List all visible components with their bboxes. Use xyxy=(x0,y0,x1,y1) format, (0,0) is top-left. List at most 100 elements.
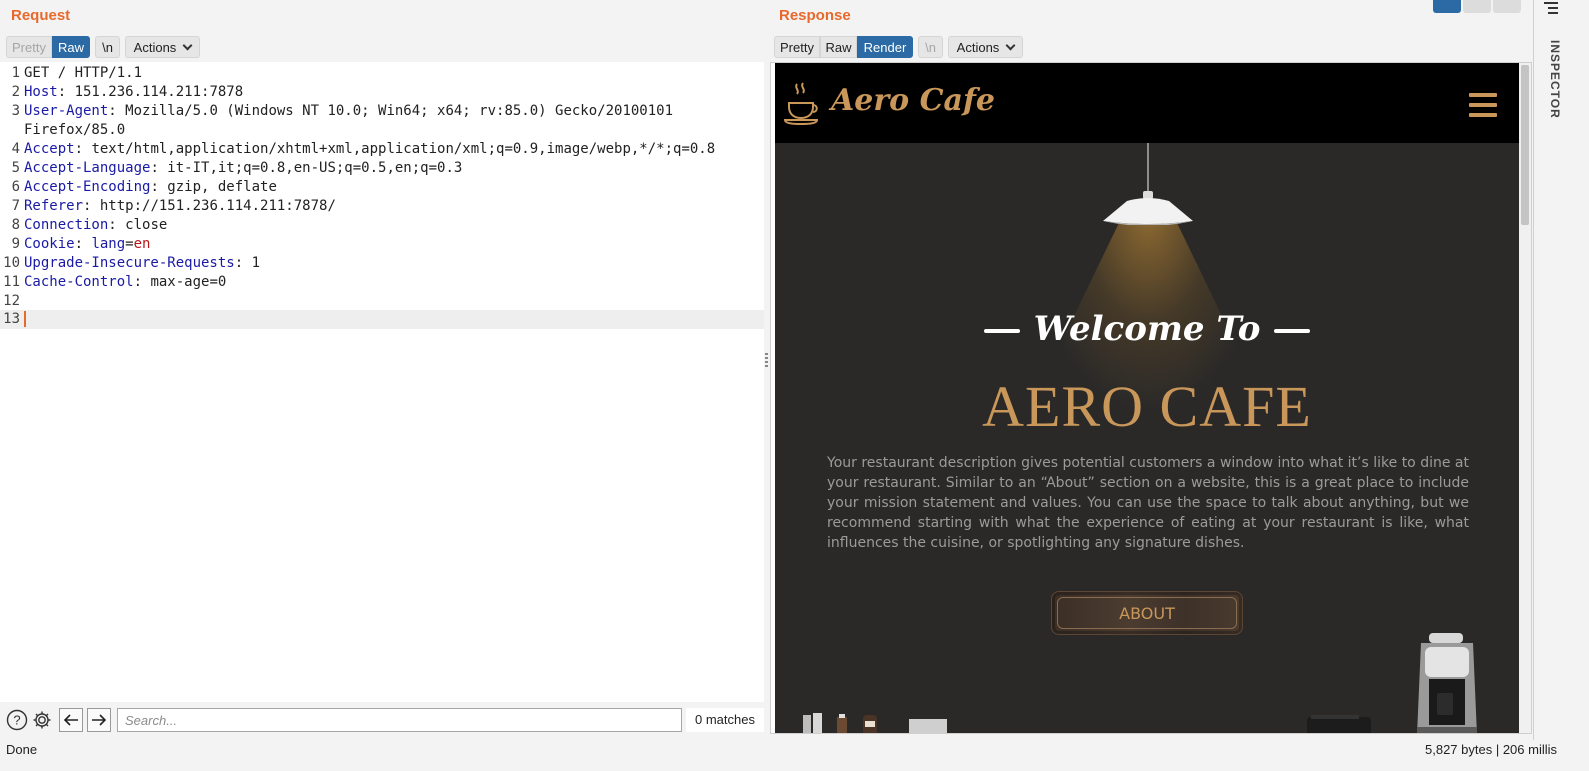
layout-side-by-side-icon[interactable] xyxy=(1433,0,1461,13)
header-separator: : xyxy=(234,255,252,271)
header-separator: : xyxy=(57,84,75,100)
response-title: Response xyxy=(779,7,851,24)
welcome-text: Welcome To xyxy=(1033,309,1261,349)
splitter-grip-icon[interactable] xyxy=(765,353,768,369)
text-caret xyxy=(24,311,26,327)
header-name: Referer xyxy=(24,198,84,214)
response-raw-tab[interactable]: Raw xyxy=(820,36,857,58)
header-name: Connection xyxy=(24,217,109,233)
response-size-timing: 5,827 bytes | 206 millis xyxy=(1425,742,1557,757)
chevron-down-icon xyxy=(1005,40,1016,50)
burp-repeater-window: Request Pretty Raw \n Actions 1 GET / HTT… xyxy=(0,0,1589,771)
about-button[interactable]: ABOUT xyxy=(1051,591,1243,635)
previous-match-arrow-icon[interactable] xyxy=(59,708,83,732)
line-number: 12 xyxy=(3,293,20,309)
request-editor[interactable]: 1 GET / HTTP/1.1 2 Host: 151.236.114.211:7… xyxy=(0,62,765,702)
hero-description: Your restaurant description gives potent… xyxy=(827,455,1469,551)
line-number: 3 xyxy=(11,103,20,119)
editor-line: 3 User-Agent: Mozilla/5.0 (Windows NT 10.… xyxy=(0,102,765,121)
search-match-count: 0 matches xyxy=(686,708,764,732)
header-name: Accept xyxy=(24,141,75,157)
editor-line: 8 Connection: close xyxy=(0,216,765,235)
request-line-text: GET / HTTP/1.1 xyxy=(24,65,143,81)
render-scrollbar[interactable] xyxy=(1519,63,1531,733)
header-separator: : xyxy=(108,103,126,119)
line-number: 2 xyxy=(11,84,20,100)
response-actions-menu[interactable]: Actions xyxy=(948,36,1023,58)
editor-line: 6 Accept-Encoding: gzip, deflate xyxy=(0,178,765,197)
header-name: User-Agent xyxy=(24,103,109,119)
header-separator: : xyxy=(150,179,168,195)
cookie-value: en xyxy=(133,236,151,252)
header-value: close xyxy=(125,217,168,233)
coffee-grinder-image xyxy=(1307,715,1371,733)
header-name: Cache-Control xyxy=(24,274,134,290)
layout-tabs-icon[interactable] xyxy=(1493,0,1521,13)
welcome-dash-left xyxy=(983,329,1020,333)
render-scrollbar-thumb[interactable] xyxy=(1521,65,1529,225)
editor-line: Firefox/85.0 xyxy=(0,121,765,140)
editor-line: 9 Cookie: lang=en xyxy=(0,235,765,254)
editor-line: 2 Host: 151.236.114.211:7878 xyxy=(0,83,765,102)
chevron-down-icon xyxy=(182,40,193,50)
settings-gear-icon[interactable] xyxy=(30,708,54,732)
coffee-cup-logo-icon xyxy=(783,82,819,125)
help-icon[interactable]: ? xyxy=(5,708,29,732)
response-pretty-tab[interactable]: Pretty xyxy=(774,36,820,58)
header-value: 1 xyxy=(251,255,261,271)
inspector-tab[interactable]: INSPECTOR xyxy=(1548,40,1562,119)
header-value: text/html,application/xhtml+xml,applicat… xyxy=(91,141,716,157)
espresso-machine-image xyxy=(1417,633,1477,733)
welcome-dash-right xyxy=(1274,329,1311,333)
header-separator: : xyxy=(108,217,126,233)
cookie-equals: = xyxy=(125,236,134,252)
header-separator: : xyxy=(74,141,92,157)
welcome-heading: Welcome To xyxy=(775,309,1519,349)
lamp-cord xyxy=(1147,143,1149,195)
header-separator: : xyxy=(74,236,92,252)
request-actions-menu[interactable]: Actions xyxy=(125,36,200,58)
next-match-arrow-icon[interactable] xyxy=(87,708,111,732)
site-brand[interactable]: Aero Cafe xyxy=(831,83,995,118)
layout-stacked-icon[interactable] xyxy=(1463,0,1491,13)
response-render-view[interactable]: Aero Cafe Welcome To AERO CAFE Your rest… xyxy=(770,62,1532,734)
request-title: Request xyxy=(11,7,71,24)
site-navbar: Aero Cafe xyxy=(775,63,1519,143)
line-number: 8 xyxy=(11,217,20,233)
request-newline-toggle[interactable]: \n xyxy=(95,36,120,58)
editor-line: 10 Upgrade-Insecure-Requests: 1 xyxy=(0,254,765,273)
header-name: Host xyxy=(24,84,58,100)
editor-line: 4 Accept: text/html,application/xhtml+xml… xyxy=(0,140,765,159)
header-name: Upgrade-Insecure-Requests xyxy=(24,255,235,271)
editor-line: 7 Referer: http://151.236.114.211:7878/ xyxy=(0,197,765,216)
header-name: Accept-Language xyxy=(24,160,151,176)
header-value: max-age=0 xyxy=(150,274,227,290)
line-number: 1 xyxy=(11,65,20,81)
header-separator: : xyxy=(150,160,168,176)
svg-text:?: ? xyxy=(13,713,20,728)
request-actions-label: Actions xyxy=(133,39,177,55)
line-number: 5 xyxy=(11,160,20,176)
header-value: it-IT,it;q=0.8,en-US;q=0.5,en;q=0.3 xyxy=(167,160,463,176)
response-newline-toggle[interactable]: \n xyxy=(918,36,943,58)
line-number: 7 xyxy=(11,198,20,214)
editor-line-current[interactable]: 13 xyxy=(0,310,765,329)
line-number: 9 xyxy=(11,236,20,252)
rendered-site: Aero Cafe Welcome To AERO CAFE Your rest… xyxy=(775,63,1519,733)
header-separator: : xyxy=(133,274,151,290)
inspector-menu-icon[interactable] xyxy=(1544,2,1558,14)
line-number: 4 xyxy=(11,141,20,157)
response-render-tab[interactable]: Render xyxy=(857,36,913,58)
pendant-lamp-icon xyxy=(1103,191,1193,225)
search-input[interactable] xyxy=(117,708,682,732)
line-number: 6 xyxy=(11,179,20,195)
hamburger-menu-icon[interactable] xyxy=(1469,93,1497,117)
line-number: 11 xyxy=(3,274,20,290)
request-raw-tab[interactable]: Raw xyxy=(52,36,90,58)
request-pretty-tab[interactable]: Pretty xyxy=(6,36,52,58)
header-value: gzip, deflate xyxy=(167,179,277,195)
editor-line: 1 GET / HTTP/1.1 xyxy=(0,64,765,83)
cookie-name: lang xyxy=(91,236,126,252)
editor-line: 12 xyxy=(0,292,765,311)
editor-line: 5 Accept-Language: it-IT,it;q=0.8,en-US;q… xyxy=(0,159,765,178)
